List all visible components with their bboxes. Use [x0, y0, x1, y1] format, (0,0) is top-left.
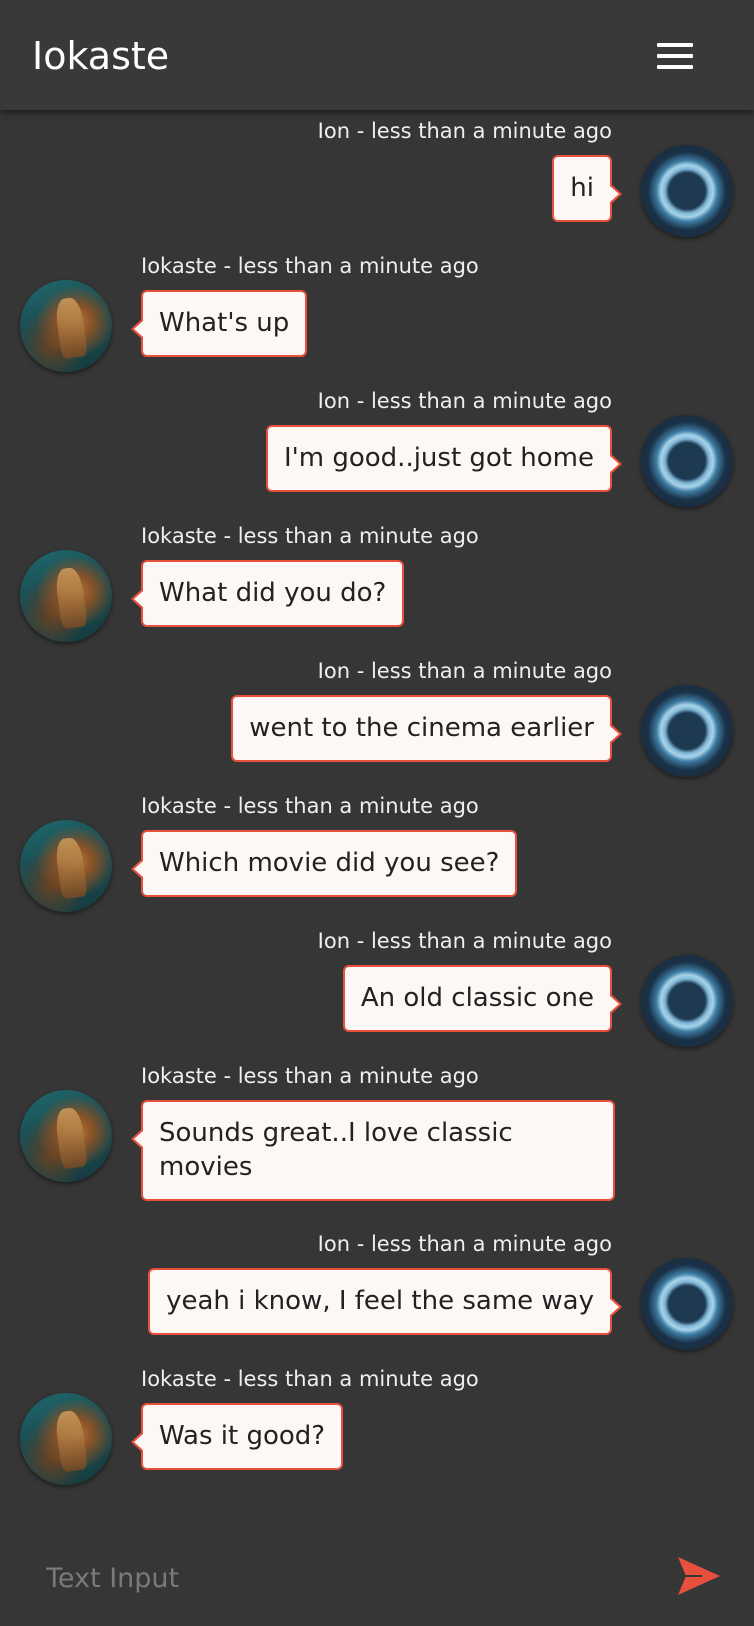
message-meta: Iokaste - less than a minute ago	[141, 524, 479, 548]
message-bubble: Sounds great..I love classic movies	[131, 1100, 615, 1201]
message-bubble: An old classic one	[342, 965, 623, 1032]
message-meta: Ion - less than a minute ago	[317, 929, 612, 953]
avatar	[641, 1258, 733, 1350]
message-meta: Ion - less than a minute ago	[317, 659, 612, 683]
message-bubble: What's up	[130, 290, 308, 357]
message-meta: Iokaste - less than a minute ago	[141, 1367, 479, 1391]
avatar	[641, 145, 733, 237]
send-icon[interactable]	[676, 1554, 722, 1598]
message-bubble: went to the cinema earlier	[231, 695, 622, 762]
message-input[interactable]	[44, 1555, 628, 1601]
avatar	[641, 415, 733, 507]
chat-title: Iokaste	[32, 34, 170, 78]
message-meta: Ion - less than a minute ago	[317, 1232, 612, 1256]
app-header: Iokaste	[0, 0, 754, 110]
message-bubble: hi	[552, 155, 622, 222]
avatar	[20, 1393, 112, 1485]
avatar	[20, 280, 112, 372]
message-meta: Ion - less than a minute ago	[317, 389, 612, 413]
avatar	[20, 1090, 112, 1182]
message-meta: Iokaste - less than a minute ago	[141, 1064, 479, 1088]
message-meta: Iokaste - less than a minute ago	[141, 794, 479, 818]
composer	[0, 1535, 754, 1626]
message-bubble: I'm good..just got home	[265, 425, 623, 492]
message-meta: Iokaste - less than a minute ago	[141, 254, 479, 278]
message-bubble: Was it good?	[130, 1403, 344, 1470]
message-meta: Ion - less than a minute ago	[317, 119, 612, 143]
message-bubble: yeah i know, I feel the same way	[148, 1268, 622, 1335]
hamburger-menu-icon[interactable]	[655, 40, 695, 72]
avatar	[641, 955, 733, 1047]
avatar	[641, 685, 733, 777]
message-bubble: What did you do?	[130, 560, 405, 627]
avatar	[20, 820, 112, 912]
message-bubble: Which movie did you see?	[130, 830, 518, 897]
avatar	[20, 550, 112, 642]
